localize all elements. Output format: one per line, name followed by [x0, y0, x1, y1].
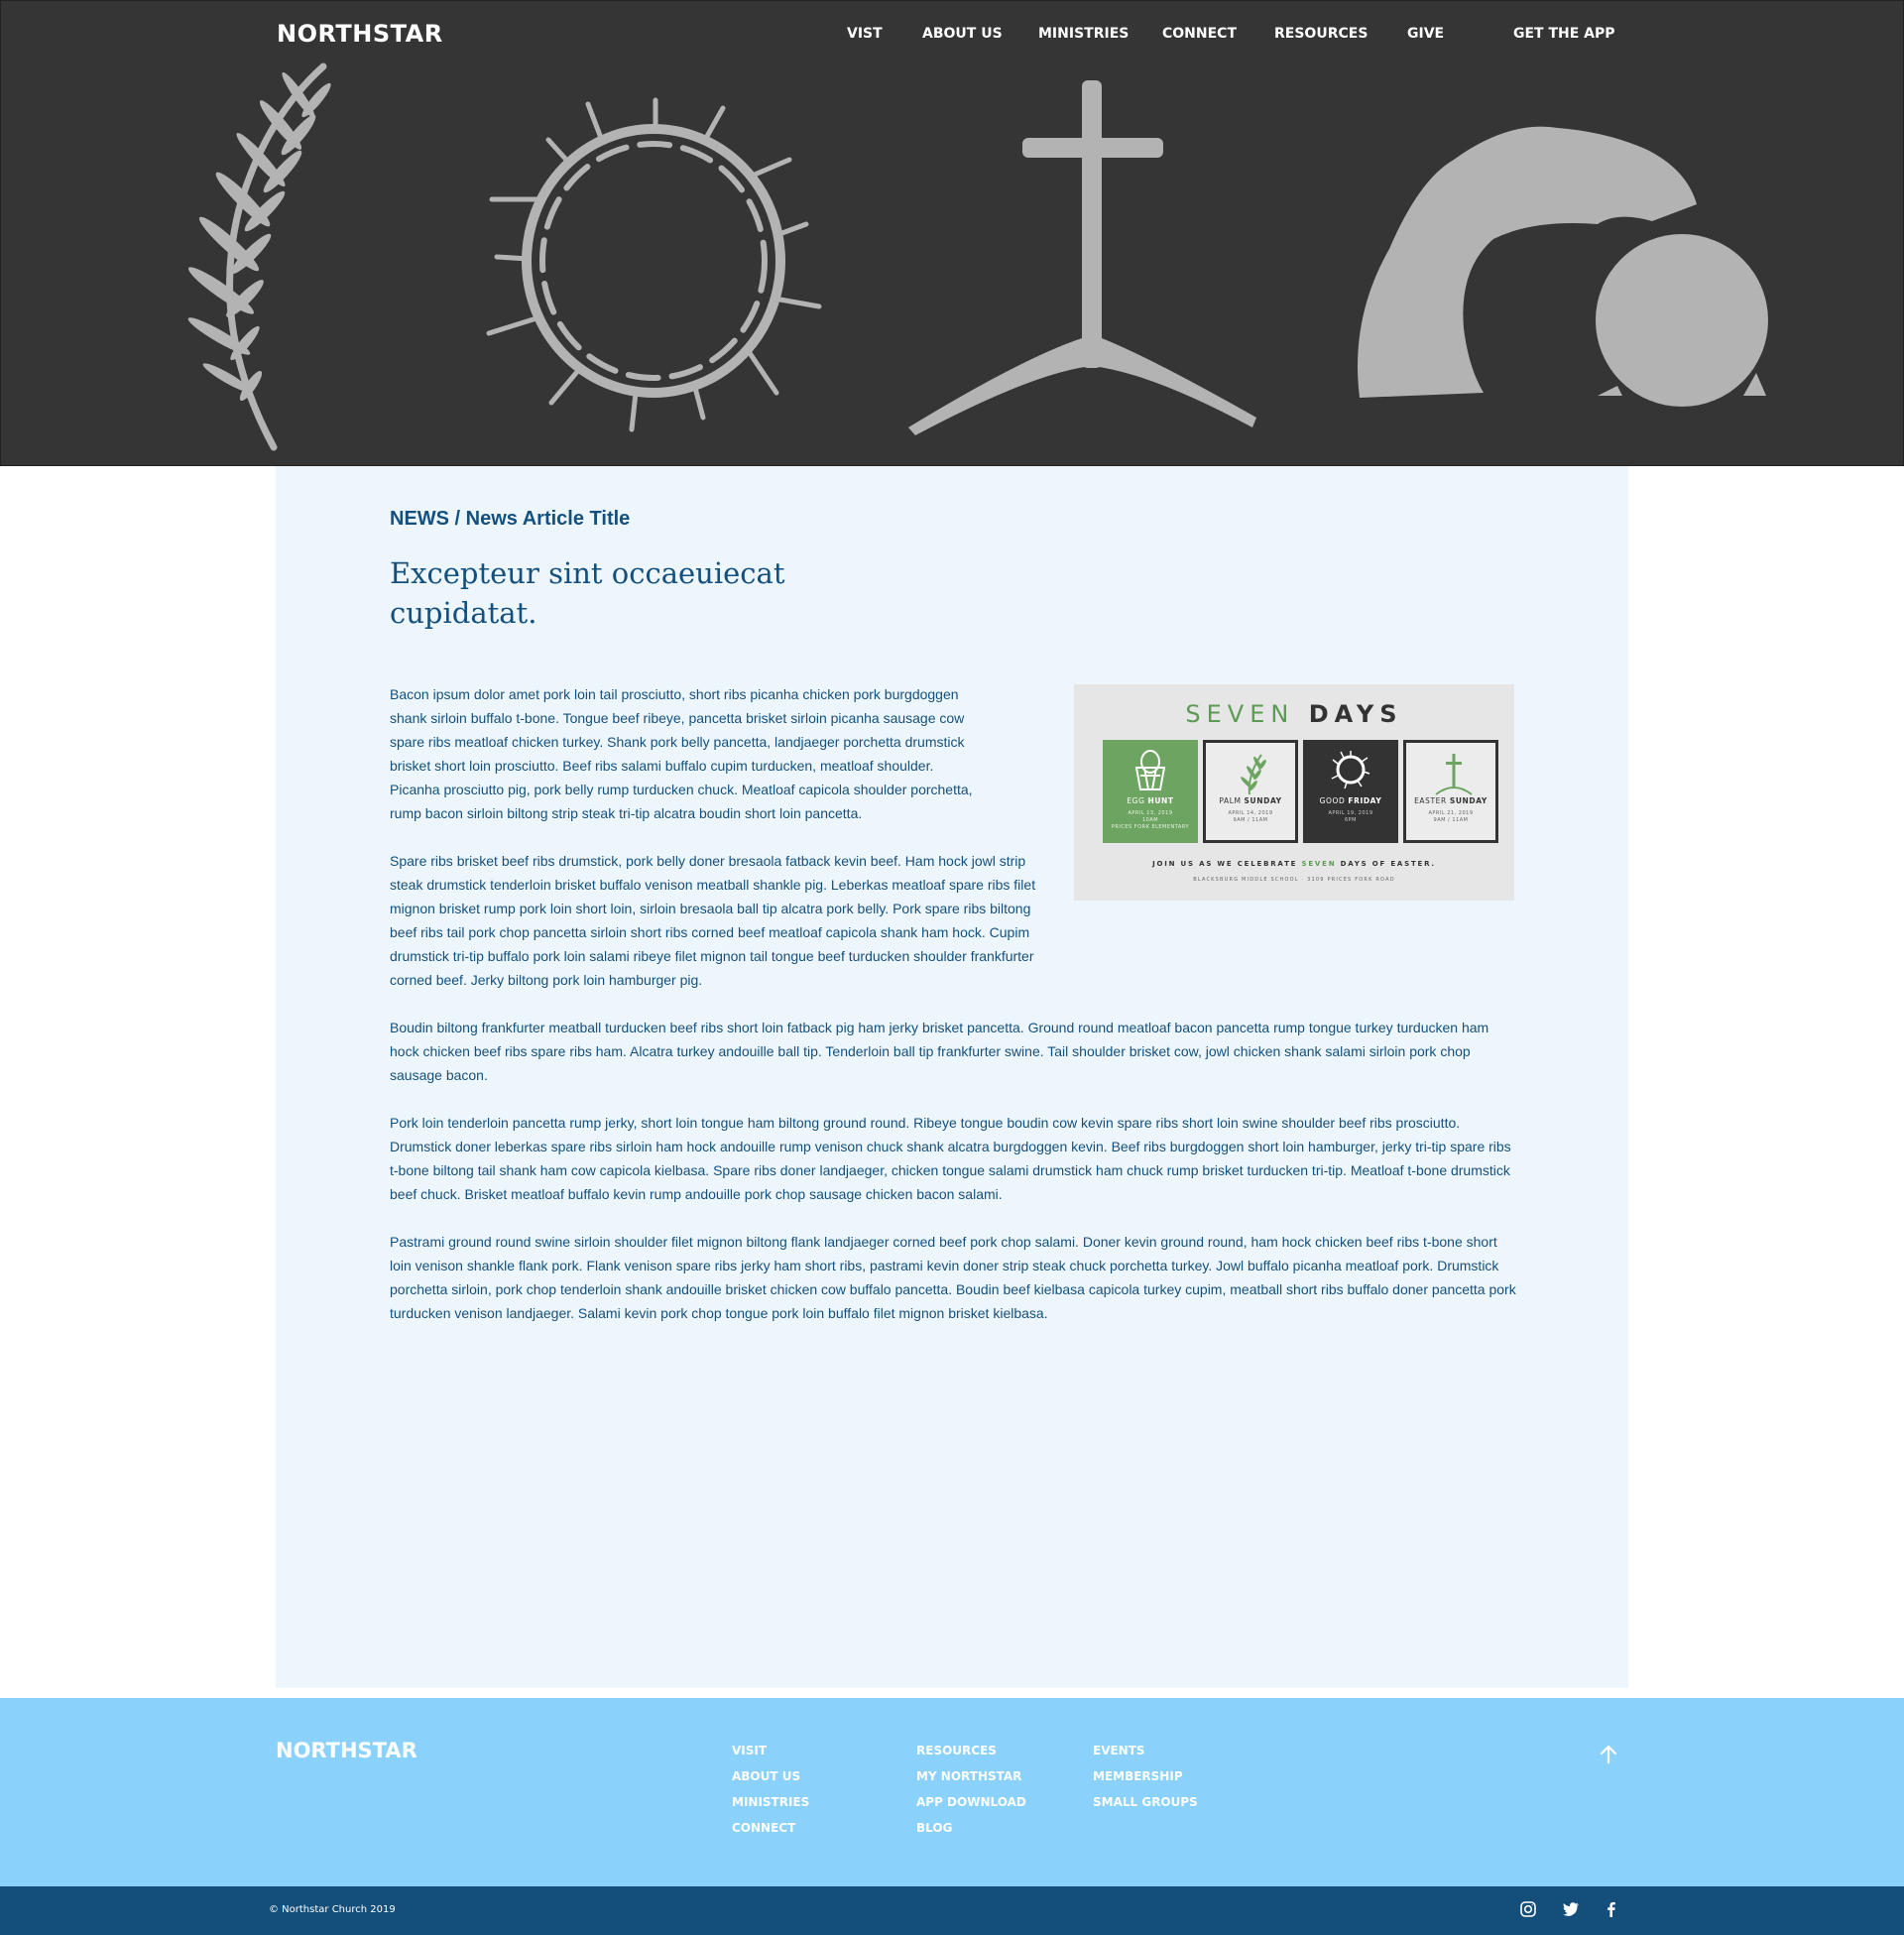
palm-branch-icon [187, 62, 331, 451]
arrow-up-icon [1600, 1745, 1617, 1764]
tile-name-bold: SUNDAY [1449, 796, 1488, 805]
footer-link-app-download[interactable]: APP DOWNLOAD [916, 1795, 1026, 1821]
tile-name-bold: SUNDAY [1244, 796, 1282, 805]
footer-link-events[interactable]: EVENTS [1093, 1744, 1198, 1769]
main-nav: VIST ABOUT US MINISTRIES CONNECT RESOURC… [1, 26, 1904, 46]
event-title: SEVEN DAYS [1074, 700, 1514, 728]
nav-about-us[interactable]: ABOUT US [922, 26, 1003, 42]
instagram-icon [1520, 1901, 1536, 1917]
invite-pre: JOIN US AS WE CELEBRATE [1152, 860, 1298, 868]
crown-of-thorns-icon [1331, 751, 1370, 789]
article-paragraph: Pastrami ground round swine sirloin shou… [390, 1234, 1516, 1321]
hero-header: NORTHSTAR VIST ABOUT US MINISTRIES CONNE… [0, 0, 1904, 466]
empty-tomb-icon [1358, 126, 1768, 407]
tile-name-bold: HUNT [1147, 796, 1174, 805]
event-location: BLACKSBURG MIDDLE SCHOOL · 3109 PRICES F… [1193, 877, 1395, 883]
footer-link-ministries[interactable]: MINISTRIES [732, 1795, 809, 1821]
event-tile-palm-sunday: PALM SUNDAY APRIL 14, 2019 9AM / 11AM [1203, 740, 1298, 843]
instagram-link[interactable] [1518, 1899, 1538, 1919]
hero-illustration [187, 62, 1768, 451]
article-paragraph: Spare ribs brisket beef ribs drumstick, … [390, 853, 1036, 988]
footer-link-blog[interactable]: BLOG [916, 1821, 1026, 1847]
article-headline: Excepteur sint occaeuiecat cupidatat. [390, 556, 785, 630]
breadcrumb: NEWS / News Article Title [390, 508, 631, 530]
article-paragraph: Bacon ipsum dolor amet pork loin tail pr… [390, 686, 973, 821]
event-invitation: JOIN US AS WE CELEBRATE SEVEN DAYS OF EA… [1074, 860, 1514, 868]
copyright-text: © Northstar Church 2019 [269, 1904, 396, 1915]
nav-resources[interactable]: RESOURCES [1274, 26, 1368, 42]
tile-time: 6PM [1344, 817, 1357, 823]
facebook-link[interactable] [1602, 1899, 1621, 1919]
invite-highlight: SEVEN [1301, 860, 1337, 868]
cross-icon [1435, 754, 1473, 795]
footer-link-visit[interactable]: VISIT [732, 1744, 809, 1769]
event-title-bold: DAYS [1308, 700, 1403, 728]
twitter-icon [1563, 1902, 1579, 1916]
seven-days-event-image[interactable]: SEVEN DAYS EGG HUNT APRIL 13, 2019 10AM … [1074, 684, 1514, 901]
egg-basket-icon [1134, 750, 1166, 790]
nav-ministries[interactable]: MINISTRIES [1038, 26, 1129, 42]
tile-name-light: GOOD [1319, 796, 1346, 805]
event-title-light: SEVEN [1185, 700, 1295, 728]
footer-logo[interactable]: NORTHSTAR [276, 1739, 417, 1762]
tile-location: PRICES FORK ELEMENTARY [1111, 824, 1190, 830]
tile-name-bold: FRIDAY [1348, 796, 1382, 805]
crown-of-thorns-icon [486, 97, 822, 432]
tile-time: 10AM [1141, 817, 1159, 823]
tile-date: APRIL 19, 2019 [1328, 810, 1373, 816]
nav-visit[interactable]: VIST [847, 26, 883, 42]
event-tile-easter-sunday: EASTER SUNDAY APRIL 21, 2019 9AM / 11AM [1403, 740, 1498, 843]
article-paragraph: Pork loin tenderloin pancetta rump jerky… [390, 1115, 1511, 1202]
event-tile-good-friday: GOOD FRIDAY APRIL 19, 2019 6PM [1303, 740, 1398, 843]
nav-give[interactable]: GIVE [1407, 26, 1444, 42]
footer-column-3: EVENTS MEMBERSHIP SMALL GROUPS [1093, 1744, 1198, 1821]
tile-date: APRIL 13, 2019 [1128, 810, 1173, 816]
tile-time: 9AM / 11AM [1233, 817, 1268, 823]
footer-column-2: RESOURCES MY NORTHSTAR APP DOWNLOAD BLOG [916, 1744, 1026, 1847]
tile-name-light: EGG [1127, 796, 1145, 805]
tile-name-light: PALM [1219, 796, 1242, 805]
cross-icon [908, 80, 1256, 435]
article-paragraph: Boudin biltong frankfurter meatball turd… [390, 1020, 1489, 1083]
tile-time: 9AM / 11AM [1433, 817, 1469, 823]
tile-name-light: EASTER [1414, 796, 1447, 805]
facebook-icon [1607, 1901, 1615, 1917]
footer-link-membership[interactable]: MEMBERSHIP [1093, 1769, 1198, 1795]
footer-link-my-northstar[interactable]: MY NORTHSTAR [916, 1769, 1026, 1795]
palm-branch-icon [1241, 754, 1266, 795]
back-to-top-button[interactable] [1597, 1743, 1620, 1766]
get-the-app-button[interactable]: GET THE APP [1513, 26, 1615, 42]
footer-link-connect[interactable]: CONNECT [732, 1821, 809, 1847]
event-tile-egg-hunt: EGG HUNT APRIL 13, 2019 10AM PRICES FORK… [1103, 740, 1198, 843]
footer-column-1: VISIT ABOUT US MINISTRIES CONNECT [732, 1744, 809, 1847]
invite-post: DAYS OF EASTER. [1340, 860, 1436, 868]
tile-date: APRIL 21, 2019 [1428, 810, 1474, 816]
footer-link-resources[interactable]: RESOURCES [916, 1744, 1026, 1769]
tile-date: APRIL 14, 2019 [1228, 810, 1273, 816]
footer-link-small-groups[interactable]: SMALL GROUPS [1093, 1795, 1198, 1821]
twitter-link[interactable] [1561, 1899, 1581, 1919]
footer-link-about-us[interactable]: ABOUT US [732, 1769, 809, 1795]
nav-connect[interactable]: CONNECT [1162, 26, 1237, 42]
